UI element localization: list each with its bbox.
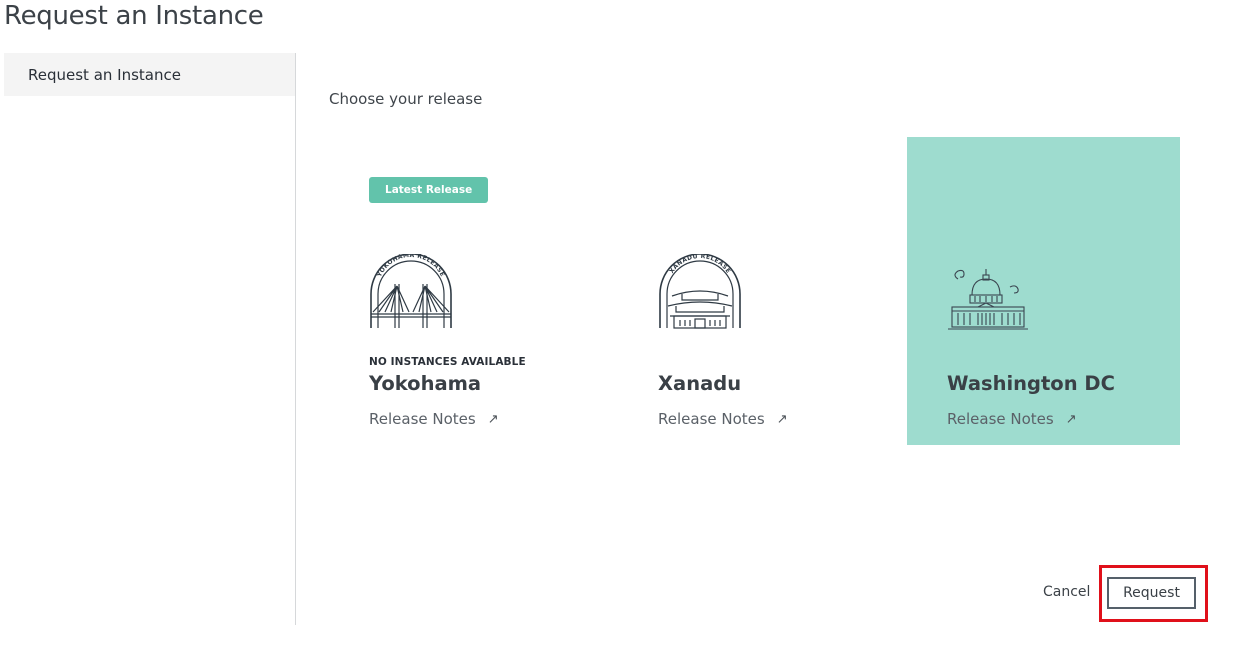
release-name: Yokohama [369,372,482,395]
sidebar: Request an Instance [4,53,296,625]
capitol-icon [948,269,1028,330]
latest-release-badge: Latest Release [369,177,489,203]
external-link-icon: ↗ [487,411,499,427]
release-notes-label: Release Notes [369,410,476,428]
external-link-icon: ↗ [1065,411,1077,427]
svg-text:XANADU RELEASE: XANADU RELEASE [668,254,731,275]
release-name: Xanadu [658,372,742,395]
page-title: Request an Instance [4,1,264,31]
release-notes-label: Release Notes [658,410,765,428]
release-card-xanadu[interactable]: XANADU RELEASE Xanadu Release Notes ↗ [618,137,891,445]
release-notes-label: Release Notes [947,410,1054,428]
palace-icon: XANADU RELEASE [659,254,741,329]
request-button[interactable]: Request [1107,577,1196,609]
logo-text: YOKOHAMA RELEASE [376,254,446,279]
svg-text:YOKOHAMA RELEASE: YOKOHAMA RELEASE [376,254,446,279]
release-notes-link[interactable]: Release Notes ↗ [658,410,788,428]
external-link-icon: ↗ [776,411,788,427]
release-card-yokohama[interactable]: Latest Release YOKOHAMA RELEASE NO INSTA… [329,137,602,445]
bridge-icon: YOKOHAMA RELEASE [370,254,452,328]
logo-text: XANADU RELEASE [668,254,731,275]
release-card-washington-dc[interactable]: Washington DC Release Notes ↗ [907,137,1180,445]
cancel-button[interactable]: Cancel [1043,584,1090,600]
sidebar-item-label: Request an Instance [28,65,181,84]
release-notes-link[interactable]: Release Notes ↗ [369,410,499,428]
release-notes-link[interactable]: Release Notes ↗ [947,410,1077,428]
availability-status: NO INSTANCES AVAILABLE [369,356,526,368]
sidebar-item-request-instance[interactable]: Request an Instance [4,53,295,96]
release-name: Washington DC [947,372,1115,395]
section-label: Choose your release [329,90,483,108]
